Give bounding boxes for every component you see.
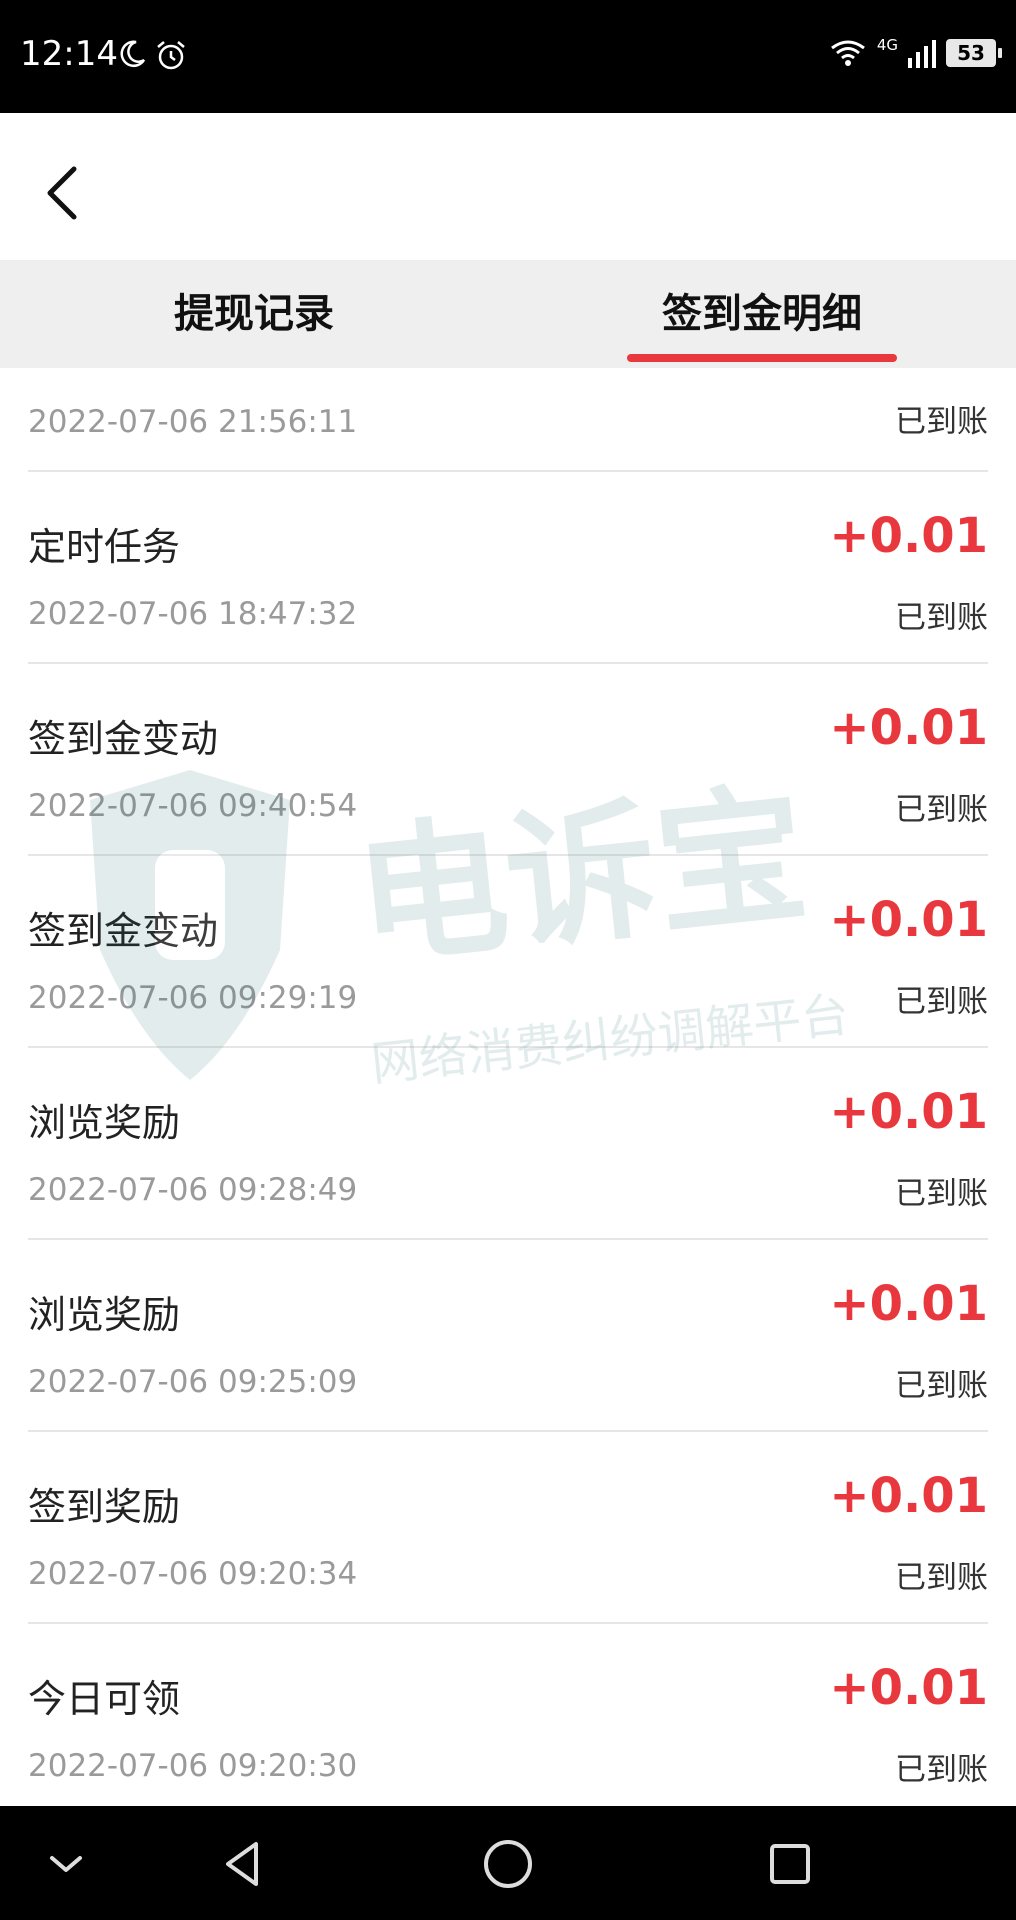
chevron-left-icon bbox=[47, 166, 77, 220]
list-item[interactable]: 签到金变动 +0.01 2022-07-06 09:40:54 已到账 bbox=[0, 664, 1016, 856]
status-icons-left bbox=[116, 38, 188, 72]
records-list[interactable]: 2022-07-06 21:56:11 已到账 定时任务 +0.01 2022-… bbox=[0, 368, 1016, 1806]
nav-back-button[interactable] bbox=[214, 1834, 274, 1894]
record-time: 2022-07-06 09:29:19 bbox=[28, 980, 358, 1016]
record-amount: +0.01 bbox=[829, 892, 988, 948]
back-button[interactable] bbox=[36, 163, 96, 223]
active-tab-indicator bbox=[627, 354, 897, 362]
nav-collapse-button[interactable] bbox=[36, 1834, 96, 1894]
record-time: 2022-07-06 21:56:11 bbox=[28, 404, 358, 440]
chevron-down-icon bbox=[50, 1856, 82, 1872]
battery-indicator: 53 bbox=[946, 39, 1002, 67]
tab-label: 签到金明细 bbox=[662, 291, 862, 337]
record-status: 已到账 bbox=[895, 792, 988, 828]
status-time: 12:14 bbox=[20, 34, 118, 74]
record-title: 浏览奖励 bbox=[28, 1293, 181, 1337]
page-header bbox=[0, 113, 1016, 260]
record-title: 今日可领 bbox=[28, 1677, 181, 1721]
system-nav-bar bbox=[0, 1806, 1016, 1920]
triangle-back-icon bbox=[226, 1842, 258, 1886]
list-item[interactable]: 浏览奖励 +0.01 2022-07-06 09:28:49 已到账 bbox=[0, 1048, 1016, 1240]
record-amount: +0.01 bbox=[829, 700, 988, 756]
list-item[interactable]: 浏览奖励 +0.01 2022-07-06 09:25:09 已到账 bbox=[0, 1240, 1016, 1432]
circle-home-icon bbox=[484, 1840, 532, 1888]
signal-icon bbox=[908, 40, 936, 68]
square-recents-icon bbox=[770, 1844, 810, 1884]
status-icons-right: 4G 53 bbox=[829, 36, 1002, 68]
list-item[interactable]: 2022-07-06 21:56:11 已到账 bbox=[0, 368, 1016, 472]
record-amount: +0.01 bbox=[829, 1660, 988, 1716]
list-item[interactable]: 今日可领 +0.01 2022-07-06 09:20:30 已到账 bbox=[0, 1624, 1016, 1806]
record-time: 2022-07-06 09:40:54 bbox=[28, 788, 358, 824]
record-time: 2022-07-06 09:20:30 bbox=[28, 1748, 358, 1784]
record-title: 签到金变动 bbox=[28, 909, 219, 953]
moon-icon bbox=[120, 40, 146, 67]
record-amount: +0.01 bbox=[829, 1084, 988, 1140]
record-status: 已到账 bbox=[895, 600, 988, 636]
list-item[interactable]: 签到奖励 +0.01 2022-07-06 09:20:34 已到账 bbox=[0, 1432, 1016, 1624]
status-bar: 12:14 4G 53 bbox=[0, 0, 1016, 113]
record-title: 签到奖励 bbox=[28, 1485, 181, 1529]
record-title: 浏览奖励 bbox=[28, 1101, 181, 1145]
tab-label: 提现记录 bbox=[174, 291, 334, 337]
nav-home-button[interactable] bbox=[478, 1834, 538, 1894]
network-type-label: 4G bbox=[876, 36, 898, 54]
record-status: 已到账 bbox=[895, 404, 988, 440]
record-time: 2022-07-06 09:20:34 bbox=[28, 1556, 358, 1592]
record-time: 2022-07-06 09:28:49 bbox=[28, 1172, 358, 1208]
alarm-icon bbox=[157, 41, 185, 70]
wifi-icon bbox=[830, 40, 865, 66]
record-amount: +0.01 bbox=[829, 1468, 988, 1524]
record-status: 已到账 bbox=[895, 1752, 988, 1788]
record-time: 2022-07-06 09:25:09 bbox=[28, 1364, 358, 1400]
record-status: 已到账 bbox=[895, 1560, 988, 1596]
record-amount: +0.01 bbox=[829, 1276, 988, 1332]
tab-withdraw-records[interactable]: 提现记录 bbox=[0, 260, 508, 368]
list-item[interactable]: 签到金变动 +0.01 2022-07-06 09:29:19 已到账 bbox=[0, 856, 1016, 1048]
tab-bar: 提现记录 签到金明细 bbox=[0, 260, 1016, 368]
record-title: 定时任务 bbox=[28, 525, 181, 569]
tab-checkin-details[interactable]: 签到金明细 bbox=[508, 260, 1016, 368]
nav-recents-button[interactable] bbox=[760, 1834, 820, 1894]
list-item[interactable]: 定时任务 +0.01 2022-07-06 18:47:32 已到账 bbox=[0, 472, 1016, 664]
record-status: 已到账 bbox=[895, 1368, 988, 1404]
record-status: 已到账 bbox=[895, 984, 988, 1020]
record-title: 签到金变动 bbox=[28, 717, 219, 761]
record-amount: +0.01 bbox=[829, 508, 988, 564]
record-status: 已到账 bbox=[895, 1176, 988, 1212]
record-time: 2022-07-06 18:47:32 bbox=[28, 596, 358, 632]
